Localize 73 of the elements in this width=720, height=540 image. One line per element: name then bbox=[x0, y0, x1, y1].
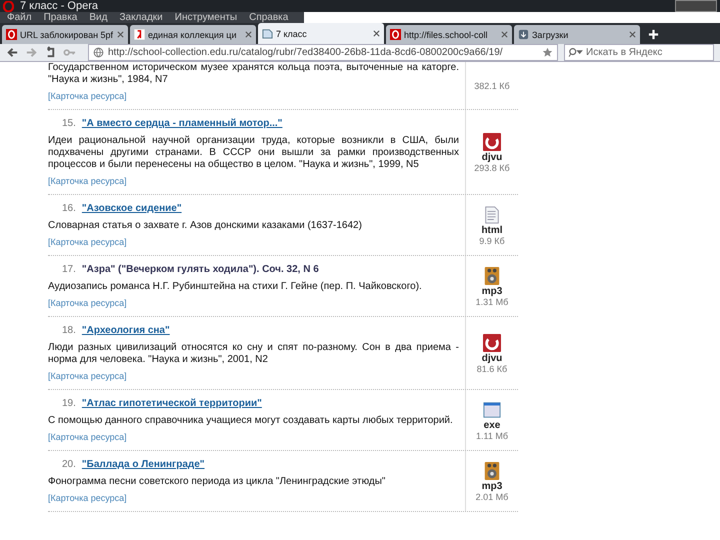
item-number: 17. bbox=[62, 264, 76, 275]
menu-item[interactable]: Справка bbox=[244, 12, 294, 23]
file-size: 2.01 Мб bbox=[476, 492, 508, 502]
resource-description: Государственном историческом музее хранятся кольца поэта, выточенные на каторге. "Наука и жизнь", 1984, N7 bbox=[48, 62, 459, 86]
resource-title-link[interactable]: "А вместо сердца - пламенный мотор..." bbox=[82, 118, 282, 129]
search-icon[interactable] bbox=[568, 47, 583, 58]
download-icon bbox=[518, 29, 529, 40]
item-number: 19. bbox=[62, 398, 76, 409]
file-format: djvu bbox=[482, 352, 502, 364]
resource-card-link[interactable]: [Карточка ресурса] bbox=[48, 371, 127, 381]
file-size: 1.11 Мб bbox=[476, 430, 508, 440]
file-format: html bbox=[481, 224, 503, 236]
djvu-file-icon[interactable] bbox=[483, 132, 501, 152]
search-box[interactable]: Искать в Яндекс bbox=[564, 44, 714, 61]
file-size: 81.6 Кб bbox=[476, 364, 508, 374]
window-controls[interactable] bbox=[675, 0, 717, 12]
reload-icon[interactable] bbox=[44, 46, 57, 59]
menu-item[interactable]: Файл bbox=[2, 12, 37, 23]
close-icon[interactable] bbox=[501, 31, 508, 38]
program-window-icon[interactable] bbox=[483, 400, 501, 420]
page-favicon-icon bbox=[262, 28, 273, 39]
back-icon[interactable] bbox=[6, 46, 19, 59]
browser-tab[interactable]: Загрузки bbox=[514, 25, 640, 44]
speaker-file-icon[interactable] bbox=[483, 266, 501, 286]
resource-title-link[interactable]: "Баллада о Ленинграде" bbox=[82, 459, 205, 470]
browser-tab[interactable]: единая коллекция ци bbox=[130, 25, 256, 44]
speaker-file-icon[interactable] bbox=[483, 460, 501, 480]
menu-item[interactable]: Закладки bbox=[114, 12, 168, 23]
close-icon[interactable] bbox=[373, 30, 380, 37]
file-format: djvu bbox=[482, 152, 502, 162]
resource-card-link[interactable]: [Карточка ресурса] bbox=[48, 176, 127, 186]
resource-title-link[interactable]: "Атлас гипотетической территории" bbox=[82, 398, 262, 409]
resource-description: Аудиозапись романса Н.Г. Рубинштейна на стихи Г. Гейне (пер. П. Чайковского). bbox=[48, 281, 423, 293]
resource-title-link[interactable]: "Азовское сидение" bbox=[82, 203, 182, 214]
resource-card-link[interactable]: [Карточка ресурса] bbox=[48, 91, 127, 101]
new-tab-icon[interactable] bbox=[648, 29, 659, 40]
close-icon[interactable] bbox=[117, 31, 124, 38]
file-format: exe bbox=[484, 420, 500, 430]
file-size: 9.9 Кб bbox=[479, 236, 505, 246]
djvu-file-icon[interactable] bbox=[483, 332, 501, 352]
menu-item[interactable]: Инструменты bbox=[170, 12, 242, 23]
close-icon[interactable] bbox=[629, 31, 636, 38]
resource-card-link[interactable]: [Карточка ресурса] bbox=[48, 298, 127, 308]
resource-description: Люди разных цивилизаций относятся ко сну и спят по-разному. Сон в два приема - норма для человека. "Наука и жизнь", 2001, N2 bbox=[48, 342, 459, 366]
file-format: mp3 bbox=[482, 480, 502, 492]
browser-tab[interactable]: URL заблокирован 5pf bbox=[2, 25, 128, 44]
resource-description: Фонограмма песни советского периода из цикла "Ленинградские этюды" bbox=[48, 476, 386, 488]
item-number: 20. bbox=[62, 459, 76, 470]
resource-card-link[interactable]: [Карточка ресурса] bbox=[48, 237, 127, 247]
resource-description: Идеи рациональной научной организации труда, которые возникли в США, были подхвачены другими странами. В СССР они вышли за рамки производственных процессов и были перенесены на общество в целом. "Наука и жизнь", 1999, N5 bbox=[48, 135, 459, 171]
close-icon[interactable] bbox=[245, 31, 252, 38]
resource-description: Словарная статья о захвате г. Азов донскими казаками (1637-1642) bbox=[48, 220, 363, 232]
menu-item[interactable]: Вид bbox=[84, 12, 112, 23]
resource-title-link[interactable]: "Азра" ("Вечерком гулять ходила"). Соч. 32, N 6 bbox=[82, 264, 319, 275]
menu-item[interactable]: Правка bbox=[38, 12, 82, 23]
file-size: 1.31 Мб bbox=[476, 296, 508, 306]
file-format: mp3 bbox=[482, 286, 502, 296]
document-file-icon[interactable] bbox=[483, 204, 501, 224]
browser-tab[interactable]: 7 класс bbox=[258, 23, 384, 44]
file-size: 382.1 Кб bbox=[474, 80, 510, 90]
item-number: 16. bbox=[62, 203, 76, 214]
browser-tab[interactable]: http://files.school-coll bbox=[386, 25, 512, 44]
globe-icon bbox=[93, 47, 104, 58]
resource-card-link[interactable]: [Карточка ресурса] bbox=[48, 432, 127, 442]
item-number: 18. bbox=[62, 325, 76, 336]
resource-card-link[interactable]: [Карточка ресурса] bbox=[48, 493, 127, 503]
address-field[interactable]: http://school-collection.edu.ru/catalog/rubr/7ed38400-26b8-11da-8cd6-0800200c9a66/19/ bbox=[88, 44, 558, 61]
resource-description: С помощью данного справочника учащиеся могут создавать карты любых территорий. bbox=[48, 415, 454, 427]
file-size: 293.8 Кб bbox=[474, 162, 510, 172]
window-title: 7 класс - Opera bbox=[20, 0, 99, 12]
star-icon[interactable] bbox=[542, 47, 553, 58]
item-number: 15. bbox=[62, 118, 76, 129]
resource-title-link[interactable]: "Археология сна" bbox=[82, 325, 170, 336]
